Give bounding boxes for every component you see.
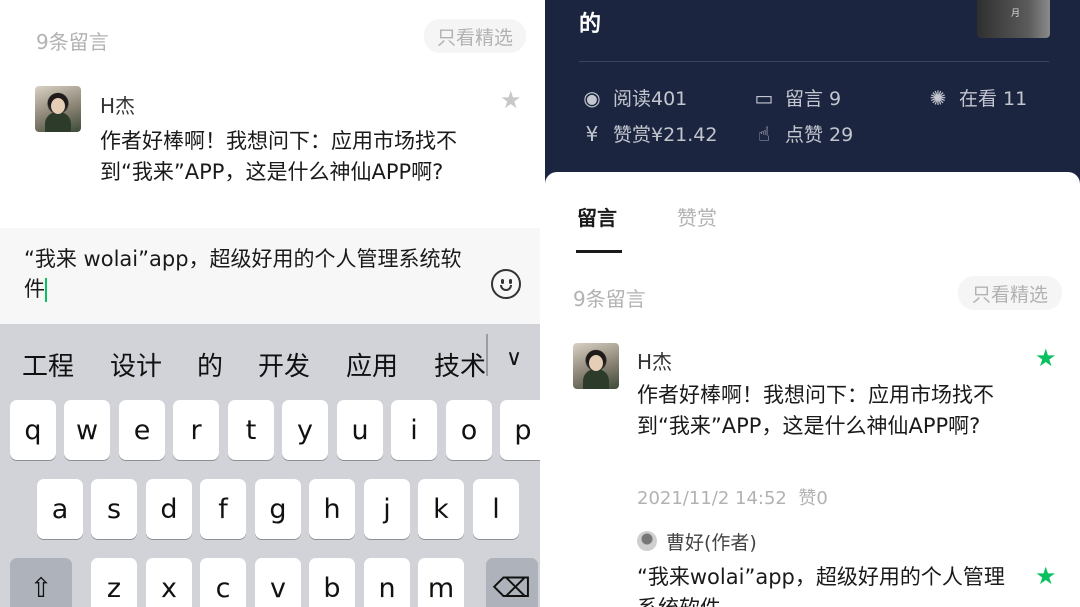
key-i[interactable]: i xyxy=(391,400,437,460)
reply-input[interactable]: “我来 wolai”app，超级好用的个人管理系统软件 xyxy=(0,228,540,324)
article-header: 的 月 ◉ 阅读401 ▭ 留言 9 ✺ 在看 11 ¥ 赞赏¥21.42 ☝ 点赞 29 xyxy=(545,0,1080,190)
comment-text: 作者好棒啊！我想问下：应用市场找不到“我来”APP，这是什么神仙APP啊? xyxy=(637,383,994,438)
comment-author: H杰 xyxy=(100,94,136,118)
chevron-down-icon[interactable]: ∨ xyxy=(506,346,522,371)
star-icon[interactable]: ★ xyxy=(1035,564,1057,588)
reply-input-text[interactable]: “我来 wolai”app，超级好用的个人管理系统软件 xyxy=(24,244,474,304)
comment-count: 9条留言 xyxy=(573,287,646,311)
reward-stat[interactable]: ¥ 赞赏¥21.42 xyxy=(579,120,718,147)
comment-count: 9条留言 xyxy=(36,30,109,54)
candidate-word[interactable]: 技术 xyxy=(434,346,486,383)
key-c[interactable]: c xyxy=(200,558,246,607)
key-l[interactable]: l xyxy=(473,479,519,539)
key-x[interactable]: x xyxy=(146,558,192,607)
key-m[interactable]: m xyxy=(418,558,464,607)
shift-key[interactable]: ⇧ xyxy=(10,558,72,607)
comments-stat[interactable]: ▭ 留言 9 xyxy=(751,84,842,111)
tab-comments[interactable]: 留言 xyxy=(577,202,617,231)
key-d[interactable]: d xyxy=(146,479,192,539)
right-screen: 的 月 ◉ 阅读401 ▭ 留言 9 ✺ 在看 11 ¥ 赞赏¥21.42 ☝ 点赞 29… xyxy=(545,0,1080,607)
likes-stat[interactable]: ☝ 点赞 29 xyxy=(751,120,853,147)
key-s[interactable]: s xyxy=(91,479,137,539)
author-avatar xyxy=(637,531,657,551)
key-n[interactable]: n xyxy=(364,558,410,607)
thumbnail-text: 月 xyxy=(1011,9,1021,19)
keyboard: 工程 设计 的 开发 应用 技术 ∨ q w e r t y u i o p a… xyxy=(0,324,540,607)
candidate-word[interactable]: 的 xyxy=(197,346,223,383)
star-icon[interactable]: ★ xyxy=(1035,346,1057,370)
key-y[interactable]: y xyxy=(282,400,328,460)
key-z[interactable]: z xyxy=(91,558,137,607)
backspace-key[interactable]: ⌫ xyxy=(486,558,538,607)
screenshot-composite: 9条留言 只看精选 H杰 ★ 作者好棒啊！我想问下：应用市场找不到“我来”APP… xyxy=(0,0,1080,607)
star-icon[interactable]: ★ xyxy=(500,88,522,112)
left-screen: 9条留言 只看精选 H杰 ★ 作者好棒啊！我想问下：应用市场找不到“我来”APP… xyxy=(0,0,540,607)
header-divider xyxy=(579,61,1049,62)
comment-text: 作者好棒啊！我想问下：应用市场找不到“我来”APP，这是什么神仙APP啊? xyxy=(100,129,457,184)
active-tab-indicator xyxy=(576,250,622,253)
comment-meta: 2021/11/2 14:52 赞0 xyxy=(637,484,828,510)
candidate-word[interactable]: 应用 xyxy=(346,346,398,383)
comment-bubble-icon: ▭ xyxy=(754,85,774,110)
emoji-icon[interactable] xyxy=(491,269,521,299)
candidate-divider xyxy=(486,334,488,376)
comment-author: H杰 xyxy=(637,350,673,374)
reply-author: 曹好(作者) xyxy=(666,532,757,554)
eye-icon: ◉ xyxy=(583,85,601,110)
text-caret xyxy=(45,278,47,302)
key-q[interactable]: q xyxy=(10,400,56,460)
key-a[interactable]: a xyxy=(37,479,83,539)
thumbs-up-icon: ☝ xyxy=(757,121,771,146)
featured-only-button[interactable]: 只看精选 xyxy=(424,19,526,53)
reply-text: “我来wolai”app，超级好用的个人管理系统软件 xyxy=(637,565,1005,607)
comment-time: 2021/11/2 14:52 xyxy=(637,488,787,509)
key-v[interactable]: v xyxy=(255,558,301,607)
yen-icon: ¥ xyxy=(585,121,599,146)
featured-only-button[interactable]: 只看精选 xyxy=(958,276,1062,310)
key-b[interactable]: b xyxy=(309,558,355,607)
key-o[interactable]: o xyxy=(446,400,492,460)
key-g[interactable]: g xyxy=(255,479,301,539)
key-t[interactable]: t xyxy=(228,400,274,460)
candidate-word[interactable]: 开发 xyxy=(258,346,310,383)
key-u[interactable]: u xyxy=(337,400,383,460)
key-f[interactable]: f xyxy=(200,479,246,539)
key-j[interactable]: j xyxy=(364,479,410,539)
key-e[interactable]: e xyxy=(119,400,165,460)
watching-stat[interactable]: ✺ 在看 11 xyxy=(925,84,1028,111)
like-count[interactable]: 赞0 xyxy=(798,488,827,509)
key-k[interactable]: k xyxy=(418,479,464,539)
sparkle-icon: ✺ xyxy=(929,85,947,110)
key-w[interactable]: w xyxy=(64,400,110,460)
avatar[interactable] xyxy=(573,343,619,389)
key-h[interactable]: h xyxy=(309,479,355,539)
candidate-word[interactable]: 工程 xyxy=(22,346,74,383)
avatar[interactable] xyxy=(35,86,81,132)
key-r[interactable]: r xyxy=(173,400,219,460)
key-p[interactable]: p xyxy=(500,400,540,460)
tab-rewards[interactable]: 赞赏 xyxy=(677,202,717,231)
read-stat: ◉ 阅读401 xyxy=(579,84,687,111)
candidate-word[interactable]: 设计 xyxy=(110,346,162,383)
article-title: 的 xyxy=(579,12,602,37)
